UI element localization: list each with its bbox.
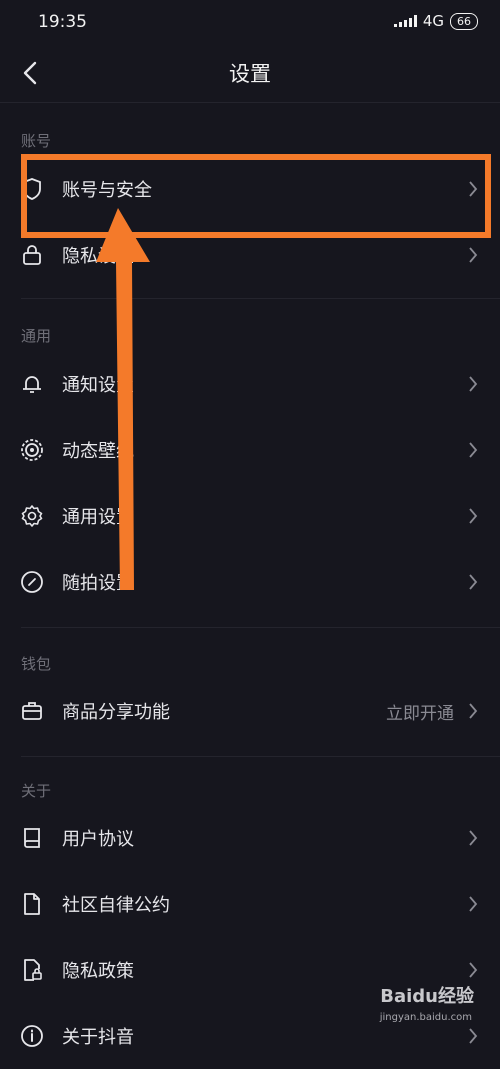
watermark-url: jingyan.baidu.com (379, 1012, 472, 1023)
section-divider (21, 627, 500, 628)
locked-document-icon (24, 959, 42, 981)
briefcase-icon (22, 702, 42, 720)
chevron-right-icon (469, 703, 478, 719)
row-status-text: 立即开通 (386, 704, 454, 724)
row-label: 用户协议 (62, 829, 134, 850)
snap-circle-icon (21, 571, 43, 593)
chevron-right-icon (469, 896, 478, 912)
section-header-about: 关于 (21, 782, 52, 800)
section-header-account: 账号 (21, 132, 52, 150)
chevron-right-icon (469, 376, 478, 392)
book-icon (24, 828, 40, 848)
row-label: 通知设置 (62, 375, 134, 396)
row-label: 通用设置 (62, 507, 134, 528)
chevron-right-icon (469, 830, 478, 846)
row-live-wallpaper[interactable]: 动态壁纸 (0, 417, 500, 483)
row-notifications[interactable]: 通知设置 (0, 351, 500, 417)
chevron-right-icon (469, 574, 478, 590)
section-header-wallet: 钱包 (21, 655, 52, 673)
battery-icon: 66 (450, 12, 478, 30)
bell-icon (23, 376, 41, 393)
status-bar: 19:35 4G 66 (0, 0, 500, 44)
status-time: 19:35 (38, 12, 87, 32)
lock-icon (23, 245, 41, 265)
row-user-agreement[interactable]: 用户协议 (0, 805, 500, 871)
row-label: 动态壁纸 (62, 441, 134, 462)
row-label: 隐私政策 (62, 961, 134, 982)
section-header-general: 通用 (21, 327, 52, 345)
chevron-right-icon (469, 247, 478, 263)
row-label: 随拍设置 (62, 573, 134, 594)
wallpaper-target-icon (21, 439, 43, 461)
signal-icon (393, 15, 417, 27)
info-icon (21, 1025, 43, 1047)
chevron-right-icon (469, 442, 478, 458)
nav-header: 设置 (0, 44, 500, 103)
highlight-box (21, 154, 491, 238)
row-label: 隐私设置 (62, 246, 134, 267)
section-divider (21, 298, 500, 299)
chevron-right-icon (469, 962, 478, 978)
chevron-right-icon (469, 508, 478, 524)
baidu-jingyan-watermark: Baidu经验 (380, 986, 474, 1007)
network-type: 4G (422, 12, 444, 30)
gear-icon (21, 505, 43, 527)
row-label: 关于抖音 (62, 1027, 134, 1048)
row-label: 社区自律公约 (62, 895, 170, 916)
row-snap-settings[interactable]: 随拍设置 (0, 549, 500, 615)
row-label: 商品分享功能 (62, 702, 170, 723)
row-product-share[interactable]: 商品分享功能 立即开通 (0, 678, 500, 744)
page-title: 设置 (229, 62, 271, 86)
document-icon (24, 893, 40, 915)
status-right: 4G 66 (393, 12, 478, 30)
chevron-right-icon (469, 1028, 478, 1044)
row-community-rules[interactable]: 社区自律公约 (0, 871, 500, 937)
row-general-settings[interactable]: 通用设置 (0, 483, 500, 549)
section-divider (21, 756, 500, 757)
